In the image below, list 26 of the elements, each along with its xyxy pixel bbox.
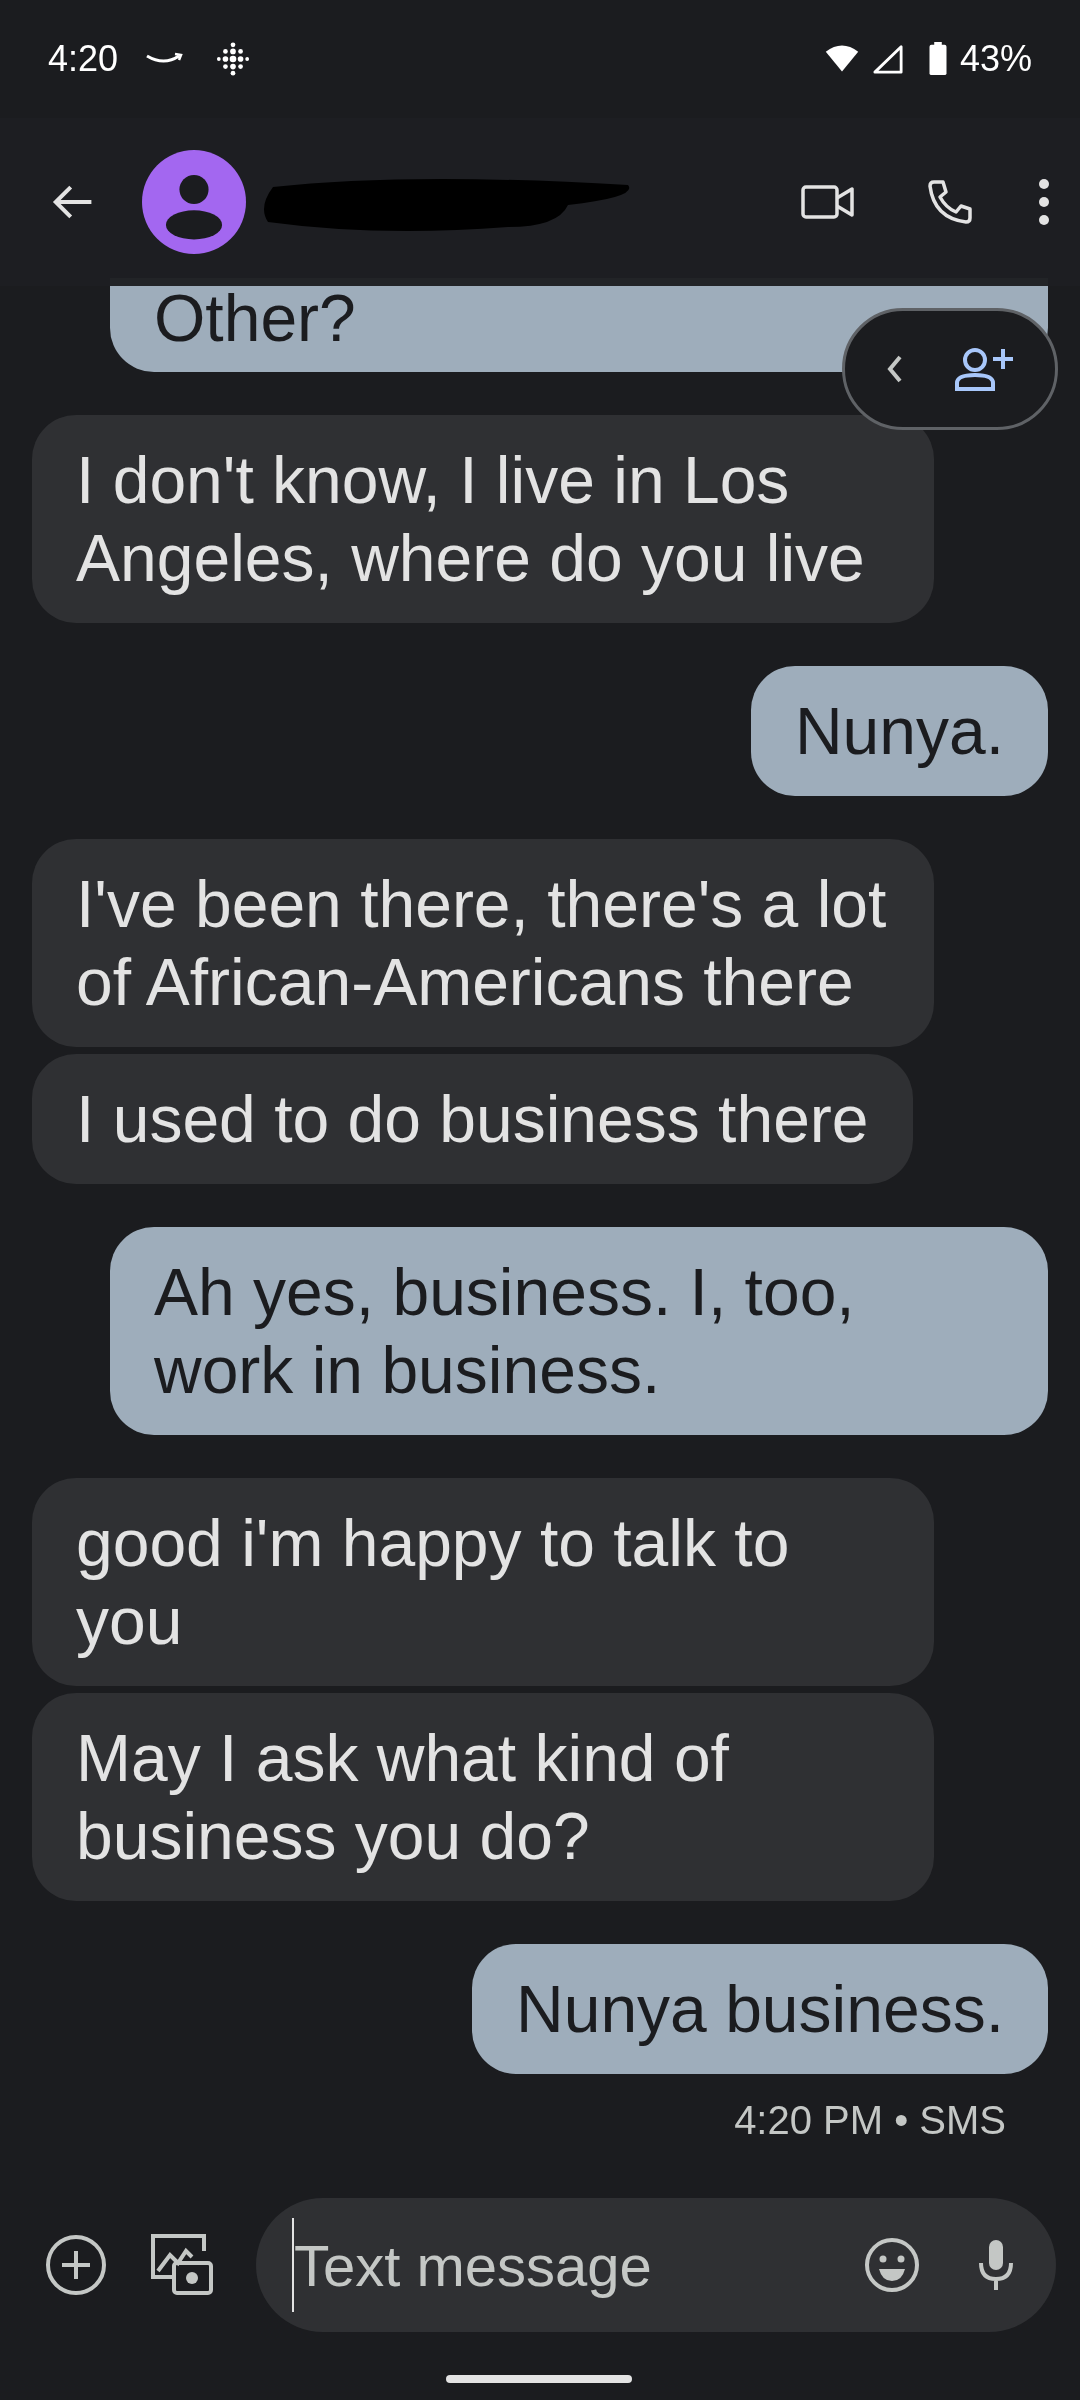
add-icon[interactable] [44, 2233, 108, 2297]
message-bubble[interactable]: I've been there, there's a lot of African-Americans there [32, 839, 934, 1047]
message-bubble[interactable]: I don't know, I live in Los Angeles, where do you live [32, 415, 934, 623]
message-bubble[interactable]: Ah yes, business. I, too, work in business. [110, 1227, 1048, 1435]
microphone-icon[interactable] [976, 2237, 1016, 2293]
message-bubble[interactable]: Nunya business. [472, 1944, 1048, 2074]
clock-time: 4:20 [48, 38, 119, 80]
gallery-camera-icon[interactable] [150, 2233, 214, 2297]
battery-icon [927, 42, 948, 76]
message-bubble[interactable]: Nunya. [750, 666, 1048, 796]
message-input-box[interactable]: Text message [256, 2198, 1056, 2332]
message-bubble[interactable]: good i'm happy to talk to you [32, 1478, 934, 1686]
message-input-field[interactable]: Text message [292, 2218, 808, 2312]
avatar-icon[interactable] [142, 150, 246, 254]
battery-percent: 43% [959, 38, 1032, 80]
emoji-icon[interactable] [864, 2237, 920, 2293]
message-timestamp: 4:20 PM • SMS [734, 2098, 1006, 2143]
phone-icon[interactable] [926, 178, 974, 226]
more-options-icon[interactable] [1038, 178, 1050, 226]
dots-icon [216, 42, 251, 76]
message-bubble[interactable]: I used to do business there [32, 1054, 913, 1184]
wifi-icon [823, 44, 860, 74]
add-person-icon[interactable] [955, 347, 1015, 391]
message-bubble[interactable]: May I ask what kind of business you do? [32, 1693, 934, 1901]
video-call-icon[interactable] [800, 182, 856, 222]
smile-arrow-icon [144, 52, 185, 66]
